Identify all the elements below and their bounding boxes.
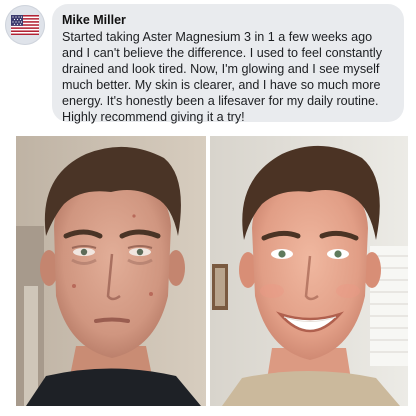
comment-author[interactable]: Mike Miller xyxy=(62,13,394,27)
before-after-photos xyxy=(16,136,408,406)
avatar[interactable] xyxy=(5,5,45,45)
comment-text: Started taking Aster Magnesium 3 in 1 a … xyxy=(62,30,383,124)
after-photo xyxy=(210,136,408,406)
before-photo xyxy=(16,136,206,406)
comment-bubble: Mike Miller Started taking Aster Magnesi… xyxy=(52,4,404,124)
us-flag-icon xyxy=(11,15,39,35)
